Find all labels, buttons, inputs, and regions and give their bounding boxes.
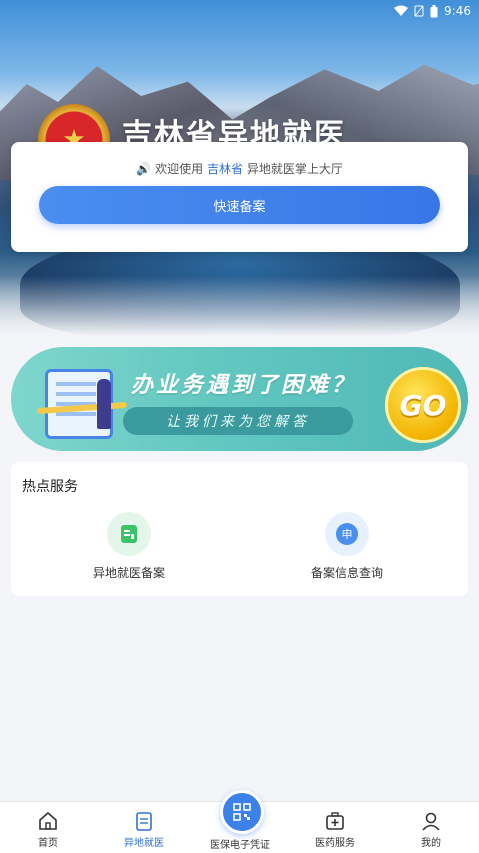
service-filing-query[interactable]: 申 备案信息查询: [267, 512, 427, 581]
document-icon: [107, 512, 151, 556]
banner-subline: 让我们来为您解答: [123, 407, 353, 435]
svg-text:申: 申: [342, 528, 353, 541]
apply-icon: 申: [325, 512, 369, 556]
speaker-icon: 🔊: [136, 162, 152, 176]
province-name: 吉林省: [206, 162, 243, 176]
tab-home[interactable]: 首页: [8, 810, 88, 849]
home-icon: [39, 811, 57, 830]
section-title: 热点服务: [22, 479, 78, 495]
battery-icon: [430, 4, 438, 17]
service-label: 异地就医备案: [92, 566, 165, 580]
go-button[interactable]: GO: [385, 367, 461, 443]
status-time: 9:46: [444, 4, 471, 18]
medical-kit-icon: [326, 812, 344, 830]
qr-code-icon[interactable]: [220, 790, 264, 834]
welcome-text: 🔊 欢迎使用 吉林省 异地就医掌上大厅: [136, 162, 343, 176]
wifi-icon: [394, 5, 409, 16]
status-bar: 9:46: [0, 0, 479, 22]
banner-headline: 办业务遇到了困难？: [131, 373, 357, 398]
hot-services-panel: 热点服务 异地就医备案 申 备案信息查询: [11, 462, 468, 596]
tab-mine[interactable]: 我的: [391, 810, 471, 849]
tab-remote-medical[interactable]: 异地就医: [104, 810, 184, 849]
service-label: 备案信息查询: [310, 566, 383, 580]
quick-filing-button[interactable]: 快速备案: [39, 186, 440, 224]
tab-medicine-service[interactable]: 医药服务: [295, 810, 375, 849]
welcome-card: 🔊 欢迎使用 吉林省 异地就医掌上大厅 快速备案: [11, 142, 468, 252]
clipboard-icon: [136, 812, 152, 831]
person-illustration-icon: [97, 379, 111, 429]
user-icon: [422, 812, 440, 831]
service-remote-filing[interactable]: 异地就医备案: [49, 512, 209, 581]
help-banner[interactable]: 办业务遇到了困难？ 让我们来为您解答 GO: [11, 347, 468, 451]
no-sim-icon: [414, 5, 424, 17]
tab-medical-insurance-code[interactable]: 医保电子凭证: [200, 836, 280, 851]
